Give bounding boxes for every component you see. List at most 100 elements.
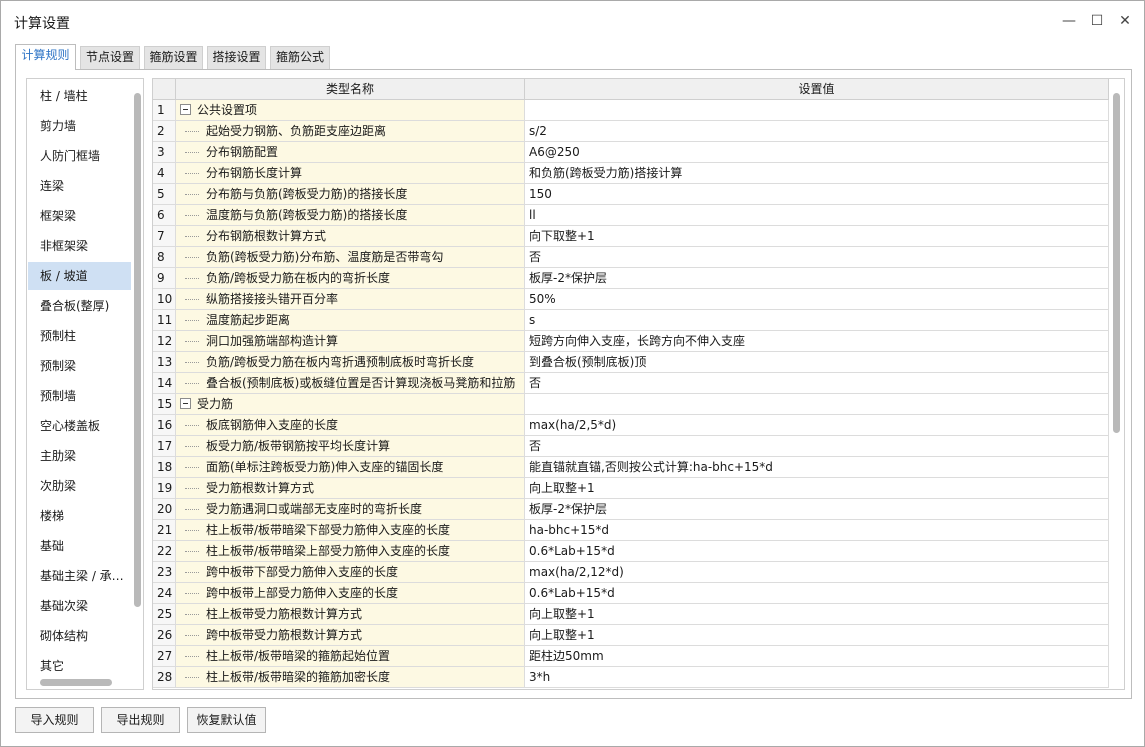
tab-node-settings[interactable]: 节点设置 <box>80 46 140 69</box>
table-row[interactable]: 14 叠合板(预制底板)或板缝位置是否计算现浇板马凳筋和拉筋否 <box>153 373 1110 394</box>
table-row[interactable]: 10 纵筋搭接接头错开百分率 50% <box>153 289 1110 310</box>
table-row[interactable]: 27 柱上板带/板带暗梁的箍筋起始位置 距柱边50mm <box>153 646 1110 667</box>
setting-value-cell[interactable]: 到叠合板(预制底板)顶 <box>525 352 1109 373</box>
tab-lap-settings[interactable]: 搭接设置 <box>207 46 266 69</box>
table-row[interactable]: 17 板受力筋/板带钢筋按平均长度计算 否 <box>153 436 1110 457</box>
table-row[interactable]: 5 分布筋与负筋(跨板受力筋)的搭接长度 150 <box>153 184 1110 205</box>
sidebar-item[interactable]: 次肋梁 <box>28 472 131 500</box>
setting-value-cell[interactable]: max(ha/2,5*d) <box>525 415 1109 436</box>
minimize-icon[interactable]: — <box>1056 10 1082 32</box>
setting-value-cell[interactable]: 能直锚就直锚,否则按公式计算:ha-bhc+15*d <box>525 457 1109 478</box>
table-row[interactable]: 11 温度筋起步距离 s <box>153 310 1110 331</box>
row-number: 3 <box>153 142 176 163</box>
sidebar-item[interactable]: 板 / 坡道 <box>28 262 131 290</box>
collapse-icon[interactable] <box>180 398 191 409</box>
type-name-cell: 柱上板带受力筋根数计算方式 <box>176 604 525 625</box>
table-row[interactable]: 7 分布钢筋根数计算方式 向下取整+1 <box>153 226 1110 247</box>
table-row[interactable]: 9 负筋/跨板受力筋在板内的弯折长度 板厚-2*保护层 <box>153 268 1110 289</box>
table-row[interactable]: 21 柱上板带/板带暗梁下部受力筋伸入支座的长度 ha-bhc+15*d <box>153 520 1110 541</box>
table-row[interactable]: 12 洞口加强筋端部构造计算 短跨方向伸入支座，长跨方向不伸入支座 <box>153 331 1110 352</box>
table-row[interactable]: 22 柱上板带/板带暗梁上部受力筋伸入支座的长度 0.6*Lab+15*d <box>153 541 1110 562</box>
sidebar-item[interactable]: 人防门框墙 <box>28 142 131 170</box>
sidebar-item[interactable]: 非框架梁 <box>28 232 131 260</box>
type-name-label: 负筋(跨板受力筋)分布筋、温度筋是否带弯勾 <box>206 250 444 264</box>
setting-value-cell[interactable]: 板厚-2*保护层 <box>525 268 1109 289</box>
table-row[interactable]: 13 负筋/跨板受力筋在板内弯折遇预制底板时弯折长度 到叠合板(预制底板)顶 <box>153 352 1110 373</box>
setting-value-cell[interactable]: 0.6*Lab+15*d <box>525 541 1109 562</box>
sidebar-item[interactable]: 基础次梁 <box>28 592 131 620</box>
setting-value-cell[interactable]: 短跨方向伸入支座，长跨方向不伸入支座 <box>525 331 1109 352</box>
sidebar-item[interactable]: 连梁 <box>28 172 131 200</box>
import-rules-button[interactable]: 导入规则 <box>15 707 94 733</box>
setting-value-cell[interactable]: 150 <box>525 184 1109 205</box>
collapse-icon[interactable] <box>180 104 191 115</box>
type-name-cell: 纵筋搭接接头错开百分率 <box>176 289 525 310</box>
sidebar-item[interactable]: 柱 / 墙柱 <box>28 82 131 110</box>
setting-value-cell[interactable] <box>525 100 1109 121</box>
setting-value-cell[interactable]: 向上取整+1 <box>525 625 1109 646</box>
sidebar-vertical-scrollbar[interactable] <box>134 93 141 607</box>
table-row[interactable]: 16 板底钢筋伸入支座的长度 max(ha/2,5*d) <box>153 415 1110 436</box>
sidebar-item[interactable]: 其它 <box>28 652 131 680</box>
setting-value-cell[interactable]: 板厚-2*保护层 <box>525 499 1109 520</box>
setting-value-cell[interactable]: 否 <box>525 436 1109 457</box>
type-name-label: 分布筋与负筋(跨板受力筋)的搭接长度 <box>206 187 408 201</box>
table-row[interactable]: 6 温度筋与负筋(跨板受力筋)的搭接长度 ll <box>153 205 1110 226</box>
tab-stirrup-settings[interactable]: 箍筋设置 <box>144 46 203 69</box>
table-row[interactable]: 18 面筋(单标注跨板受力筋)伸入支座的锚固长度 能直锚就直锚,否则按公式计算:ha… <box>153 457 1110 478</box>
type-name-label: 负筋/跨板受力筋在板内弯折遇预制底板时弯折长度 <box>206 355 475 369</box>
setting-value-cell[interactable]: ha-bhc+15*d <box>525 520 1109 541</box>
setting-value-cell[interactable]: 向下取整+1 <box>525 226 1109 247</box>
table-row[interactable]: 24 跨中板带上部受力筋伸入支座的长度 0.6*Lab+15*d <box>153 583 1110 604</box>
setting-value-cell[interactable]: 和负筋(跨板受力筋)搭接计算 <box>525 163 1109 184</box>
restore-defaults-button[interactable]: 恢复默认值 <box>187 707 266 733</box>
setting-value-cell[interactable]: 向上取整+1 <box>525 478 1109 499</box>
sidebar-item[interactable]: 预制柱 <box>28 322 131 350</box>
table-row[interactable]: 20 受力筋遇洞口或端部无支座时的弯折长度 板厚-2*保护层 <box>153 499 1110 520</box>
tab-stirrup-formula[interactable]: 箍筋公式 <box>270 46 330 69</box>
close-icon[interactable]: ✕ <box>1112 10 1138 32</box>
table-row[interactable]: 23 跨中板带下部受力筋伸入支座的长度 max(ha/2,12*d) <box>153 562 1110 583</box>
table-row[interactable]: 26 跨中板带受力筋根数计算方式 向上取整+1 <box>153 625 1110 646</box>
table-row[interactable]: 19 受力筋根数计算方式 向上取整+1 <box>153 478 1110 499</box>
setting-value-cell[interactable]: 否 <box>525 247 1109 268</box>
tab-calc-rules[interactable]: 计算规则 <box>15 44 76 70</box>
setting-value-cell[interactable]: s/2 <box>525 121 1109 142</box>
setting-value-cell[interactable]: s <box>525 310 1109 331</box>
sidebar-item[interactable]: 楼梯 <box>28 502 131 530</box>
sidebar-horizontal-scrollbar[interactable] <box>40 679 112 686</box>
export-rules-button[interactable]: 导出规则 <box>101 707 180 733</box>
table-row[interactable]: 4 分布钢筋长度计算 和负筋(跨板受力筋)搭接计算 <box>153 163 1110 184</box>
setting-value-cell[interactable]: 向上取整+1 <box>525 604 1109 625</box>
setting-value-cell[interactable] <box>525 394 1109 415</box>
sidebar-item[interactable]: 主肋梁 <box>28 442 131 470</box>
setting-value-cell[interactable]: 3*h <box>525 667 1109 688</box>
setting-value-cell[interactable]: 0.6*Lab+15*d <box>525 583 1109 604</box>
sidebar-item[interactable]: 预制墙 <box>28 382 131 410</box>
table-row[interactable]: 8 负筋(跨板受力筋)分布筋、温度筋是否带弯勾 否 <box>153 247 1110 268</box>
sidebar-item[interactable]: 预制梁 <box>28 352 131 380</box>
sidebar-item[interactable]: 框架梁 <box>28 202 131 230</box>
sidebar-item[interactable]: 叠合板(整厚) <box>28 292 131 320</box>
setting-value-cell[interactable]: max(ha/2,12*d) <box>525 562 1109 583</box>
grid-vertical-scrollbar[interactable] <box>1113 93 1120 433</box>
sidebar-item[interactable]: 基础 <box>28 532 131 560</box>
sidebar-item[interactable]: 基础主梁 / 承… <box>28 562 131 590</box>
component-type-list[interactable]: 柱 / 墙柱 剪力墙 人防门框墙 连梁 框架梁 非框架梁板 / 坡道 叠合板(整厚) 预制柱预… <box>26 78 144 690</box>
table-row[interactable]: 28 柱上板带/板带暗梁的箍筋加密长度 3*h <box>153 667 1110 688</box>
table-row[interactable]: 25 柱上板带受力筋根数计算方式 向上取整+1 <box>153 604 1110 625</box>
table-row[interactable]: 2 起始受力钢筋、负筋距支座边距离 s/2 <box>153 121 1110 142</box>
setting-value-cell[interactable]: 否 <box>525 373 1109 394</box>
sidebar-item[interactable]: 剪力墙 <box>28 112 131 140</box>
setting-value-cell[interactable]: A6@250 <box>525 142 1109 163</box>
setting-value-cell[interactable]: 50% <box>525 289 1109 310</box>
sidebar-item[interactable]: 空心楼盖板 <box>28 412 131 440</box>
setting-value-cell[interactable]: ll <box>525 205 1109 226</box>
table-row[interactable]: 3 分布钢筋配置 A6@250 <box>153 142 1110 163</box>
setting-value-cell[interactable]: 距柱边50mm <box>525 646 1109 667</box>
type-name-cell: 柱上板带/板带暗梁下部受力筋伸入支座的长度 <box>176 520 525 541</box>
group-row[interactable]: 1 公共设置项 <box>153 100 1110 121</box>
group-row[interactable]: 15 受力筋 <box>153 394 1110 415</box>
sidebar-item[interactable]: 砌体结构 <box>28 622 131 650</box>
maximize-icon[interactable]: ☐ <box>1084 10 1110 32</box>
